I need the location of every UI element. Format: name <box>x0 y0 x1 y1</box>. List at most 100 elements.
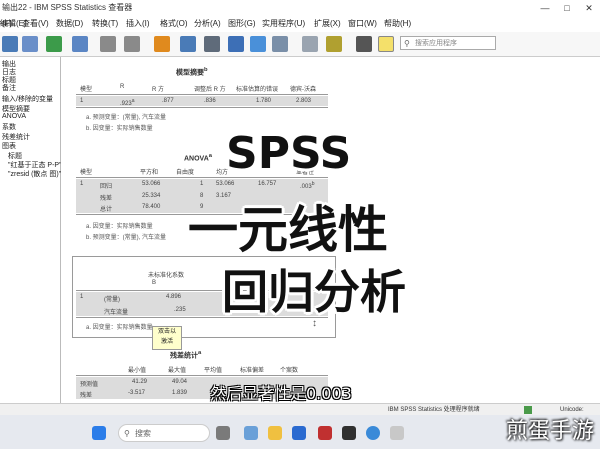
toolbar <box>0 32 600 57</box>
terminal-icon[interactable] <box>342 426 356 440</box>
col-header: 自由度 <box>176 170 195 176</box>
menu-transform[interactable]: 转换(T) <box>92 16 118 32</box>
tooltip-line: 激活 <box>160 339 173 345</box>
menu-extensions[interactable]: 扩展(X) <box>314 16 341 32</box>
cell: 1 <box>80 181 84 187</box>
browser-icon[interactable] <box>366 426 380 440</box>
search-input[interactable]: ⚲ 搜索应用程序 <box>400 36 496 50</box>
dark-square-icon[interactable] <box>356 36 372 52</box>
cell: 残差 <box>80 393 93 399</box>
explorer-icon[interactable] <box>268 426 282 440</box>
menu-help[interactable]: 帮助(H) <box>384 16 411 32</box>
divider <box>76 94 328 95</box>
title-bar: 输出22 - IBM SPSS Statistics 查看器 — □ ✕ <box>0 0 600 16</box>
col-header: 模型 <box>80 87 93 93</box>
divider <box>76 107 328 108</box>
col-header: 平方和 <box>140 170 159 176</box>
col-header: 最小值 <box>128 368 147 374</box>
tooltip-line: 双击以 <box>157 329 176 335</box>
cell: .923a <box>120 98 135 107</box>
outline-item[interactable]: "zresid (散点 图)" <box>8 169 61 179</box>
outline-item[interactable]: 图表 <box>2 141 16 151</box>
menu-data[interactable]: 数据(D) <box>56 16 83 32</box>
cell: 残差 <box>100 196 113 202</box>
outline-item[interactable]: 备注 <box>2 83 16 93</box>
cell: 53.066 <box>142 181 161 187</box>
overlay-line-1: SPSS <box>226 128 352 179</box>
cell: 49.04 <box>172 379 188 385</box>
window-title: 输出22 - IBM SPSS Statistics 查看器 <box>2 3 133 12</box>
designate-window-icon[interactable] <box>378 36 394 52</box>
redo-icon[interactable] <box>124 36 140 52</box>
table-note: b. 因变量：实际销售数量 <box>86 126 153 132</box>
goto-data-icon[interactable] <box>154 36 170 52</box>
cell: .003b <box>300 181 315 190</box>
activate-tooltip: 双击以 激活 <box>152 326 182 350</box>
widgets-icon[interactable] <box>244 426 258 440</box>
edge-icon[interactable] <box>292 426 306 440</box>
cell: 41.29 <box>132 379 148 385</box>
cell: -3.517 <box>128 390 146 396</box>
close-button[interactable]: ✕ <box>578 0 600 16</box>
outline-item[interactable]: 输入/移除的变量 <box>2 94 53 104</box>
search-icon: ⚲ <box>404 39 410 48</box>
anova-title: ANOVAa <box>184 153 213 163</box>
output-icon[interactable] <box>228 36 244 52</box>
menu-format[interactable]: 格式(O) <box>160 16 188 32</box>
start-icon[interactable] <box>92 426 106 440</box>
residuals-title: 残差统计a <box>170 350 202 360</box>
taskbar-search-label: 搜索 <box>135 429 151 438</box>
taskbar-search[interactable]: ⚲ 搜索 <box>118 424 210 442</box>
cell: .836 <box>204 98 216 104</box>
outline-item[interactable]: ANOVA <box>2 113 26 120</box>
cell: 汽车流量 <box>104 310 129 316</box>
script-icon[interactable] <box>326 36 342 52</box>
table-note: a. 因变量：实际销售数量 <box>86 224 153 230</box>
variables-icon[interactable] <box>204 36 220 52</box>
document-icon[interactable] <box>302 36 318 52</box>
cell: 总计 <box>100 207 113 213</box>
video-subtitle: 然后显著性是0.003 <box>210 384 352 403</box>
menu-insert[interactable]: 插入(I) <box>126 16 150 32</box>
goto-case-icon[interactable] <box>180 36 196 52</box>
menu-view[interactable]: 查看(V) <box>22 16 49 32</box>
col-header: B <box>152 280 157 286</box>
minimize-button[interactable]: — <box>534 0 556 16</box>
cell: 78.400 <box>142 204 161 210</box>
col-header: 标准估算的错误 <box>236 87 279 93</box>
table-note: b. 预测变量：(常量), 汽车流量 <box>86 235 167 241</box>
overlay-line-2: 一元线性 <box>188 201 388 259</box>
cell: 1.780 <box>256 98 272 104</box>
preview-icon[interactable] <box>22 36 38 52</box>
watermark: 煎蛋手游 <box>505 419 594 444</box>
menu-window[interactable]: 窗口(W) <box>348 16 377 32</box>
print-icon[interactable] <box>2 36 18 52</box>
maximize-button[interactable]: □ <box>556 0 578 16</box>
chart-icon[interactable] <box>250 36 266 52</box>
taskview-icon[interactable] <box>216 426 230 440</box>
export-icon[interactable] <box>46 36 62 52</box>
cell: 4.896 <box>166 294 182 300</box>
outline-item[interactable]: 系数 <box>2 122 16 132</box>
menu-analyze[interactable]: 分析(A) <box>194 16 221 32</box>
menu-bar: 文件(F) 编辑(E) 查看(V) 数据(D) 转换(T) 插入(I) 格式(O… <box>0 16 600 33</box>
cell: 预测值 <box>80 382 99 388</box>
spss-icon[interactable] <box>390 426 404 440</box>
cell: .877 <box>162 98 174 104</box>
cell: 2.803 <box>296 98 312 104</box>
menu-utilities[interactable]: 实用程序(U) <box>262 16 305 32</box>
table-note: a. 因变量：实际销售数量 <box>86 325 153 331</box>
window-controls: — □ ✕ <box>534 0 600 16</box>
menu-graphs[interactable]: 图形(G) <box>228 16 256 32</box>
recall-dialog-icon[interactable] <box>72 36 88 52</box>
cell: 1.839 <box>172 390 188 396</box>
cell: 25.334 <box>142 193 161 199</box>
overlay-line-3: 回归分析 <box>222 265 406 319</box>
app-icon[interactable] <box>318 426 332 440</box>
undo-icon[interactable] <box>100 36 116 52</box>
col-header: 最大值 <box>168 368 187 374</box>
table-icon[interactable] <box>272 36 288 52</box>
cell: 回归 <box>100 184 113 190</box>
cell: .235 <box>174 307 186 313</box>
cell: 53.066 <box>216 181 235 187</box>
